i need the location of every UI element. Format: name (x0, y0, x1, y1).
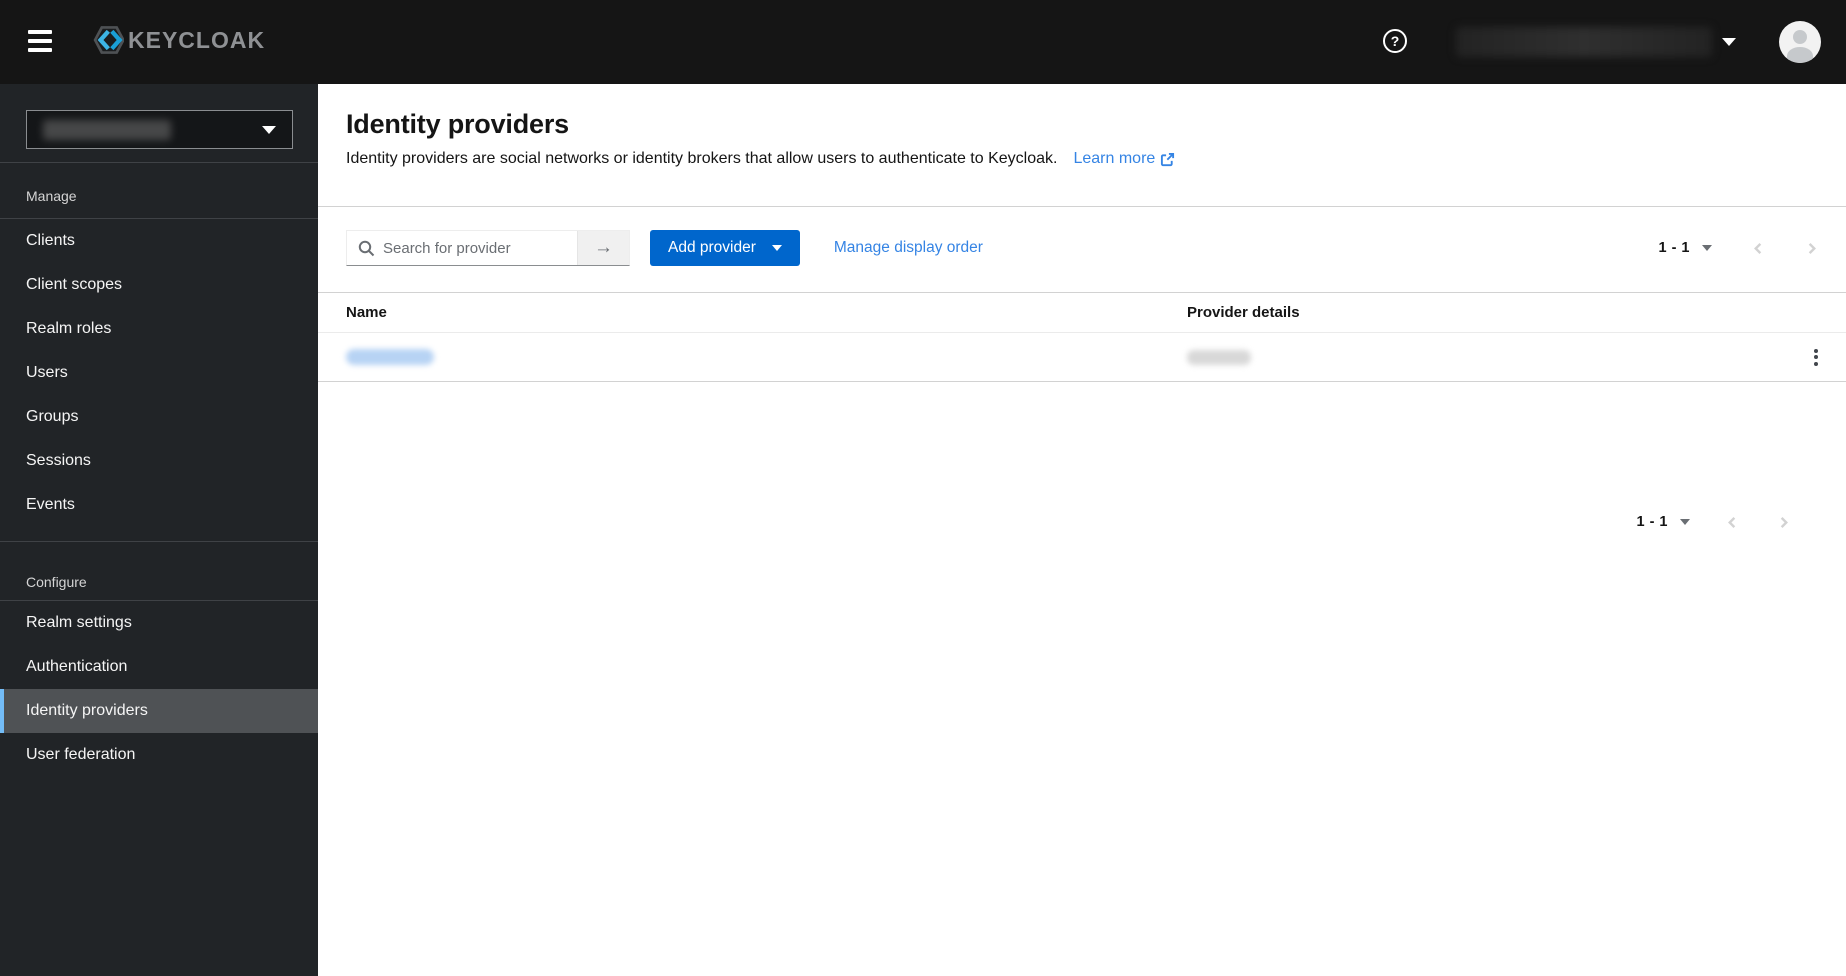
realm-selector[interactable] (26, 110, 293, 149)
help-icon[interactable]: ? (1383, 29, 1407, 53)
chevron-down-icon (1722, 38, 1736, 46)
sidebar-item-users[interactable]: Users (0, 351, 318, 395)
search-icon (358, 240, 375, 257)
learn-more-link[interactable]: Learn more (1073, 150, 1175, 168)
sidebar-item-user-federation[interactable]: User federation (0, 733, 318, 777)
chevron-down-icon (262, 125, 276, 134)
next-page-button[interactable] (1777, 516, 1790, 529)
sidebar-item-sessions[interactable]: Sessions (0, 439, 318, 483)
redacted-realm-name (43, 119, 171, 140)
sidebar-item-authentication[interactable]: Authentication (0, 645, 318, 689)
column-header-name: Name (346, 304, 387, 321)
external-link-icon (1161, 152, 1175, 166)
next-page-button[interactable] (1805, 242, 1818, 255)
pagination-range: 1 - 1 (1636, 514, 1668, 530)
providers-table: Name Provider details (318, 292, 1846, 382)
search-submit-button[interactable]: → (577, 231, 629, 265)
chevron-right-icon (1780, 516, 1788, 528)
sidebar-item-identity-providers[interactable]: Identity providers (0, 689, 318, 733)
previous-page-button[interactable] (1752, 242, 1765, 255)
redacted-provider-details (1187, 349, 1251, 365)
sidebar-item-clients[interactable]: Clients (0, 219, 318, 263)
pagination-range: 1 - 1 (1658, 240, 1690, 256)
sidebar-item-realm-roles[interactable]: Realm roles (0, 307, 318, 351)
page-title: Identity providers (346, 109, 569, 139)
pagination-bottom: 1 - 1 (1636, 502, 1790, 542)
keycloak-hexagon-icon (93, 26, 124, 54)
kebab-menu-icon[interactable] (1798, 339, 1834, 375)
divider (0, 162, 318, 163)
sidebar-item-client-scopes[interactable]: Client scopes (0, 263, 318, 307)
pagination-top: 1 - 1 (1658, 230, 1818, 266)
configure-nav-list: Realm settings Authentication Identity p… (0, 601, 318, 777)
add-provider-button[interactable]: Add provider (650, 230, 800, 266)
divider (0, 541, 318, 542)
section-label-manage: Manage (26, 188, 77, 204)
chevron-down-icon (771, 245, 782, 251)
table-header-row: Name Provider details (318, 292, 1846, 333)
previous-page-button[interactable] (1726, 516, 1739, 529)
page-header: Identity providers Identity providers ar… (318, 84, 1846, 207)
redacted-username (1456, 27, 1712, 57)
sidebar-item-events[interactable]: Events (0, 483, 318, 527)
page-description: Identity providers are social networks o… (346, 150, 1058, 167)
manage-display-order-link[interactable]: Manage display order (834, 239, 983, 257)
toolbar: → Add provider Manage display order (346, 230, 1818, 266)
section-label-configure: Configure (26, 574, 87, 590)
sidebar-item-groups[interactable]: Groups (0, 395, 318, 439)
avatar-head-icon (1793, 30, 1807, 44)
chevron-left-icon (1728, 516, 1736, 528)
top-navbar: KEYCLOAK ? (0, 0, 1846, 84)
table-row (318, 333, 1846, 382)
avatar-body-icon (1787, 47, 1813, 63)
pagination-options-toggle-icon[interactable] (1702, 245, 1712, 251)
chevron-left-icon (1754, 242, 1762, 254)
user-menu[interactable] (1456, 24, 1738, 60)
search-input[interactable] (347, 231, 577, 265)
provider-name-link[interactable] (346, 349, 434, 365)
hamburger-menu-icon[interactable] (28, 30, 52, 52)
brand-name: KEYCLOAK (128, 26, 266, 53)
pagination-options-toggle-icon[interactable] (1680, 519, 1690, 525)
column-header-provider-details: Provider details (1187, 304, 1300, 321)
chevron-right-icon (1808, 242, 1816, 254)
sidebar: Manage Clients Client scopes Realm roles… (0, 84, 318, 976)
avatar[interactable] (1779, 21, 1821, 63)
manage-nav-list: Clients Client scopes Realm roles Users … (0, 219, 318, 527)
search-group: → (346, 230, 630, 266)
main-content: Identity providers Identity providers ar… (318, 84, 1846, 976)
keycloak-logo: KEYCLOAK (84, 20, 265, 60)
sidebar-item-realm-settings[interactable]: Realm settings (0, 601, 318, 645)
